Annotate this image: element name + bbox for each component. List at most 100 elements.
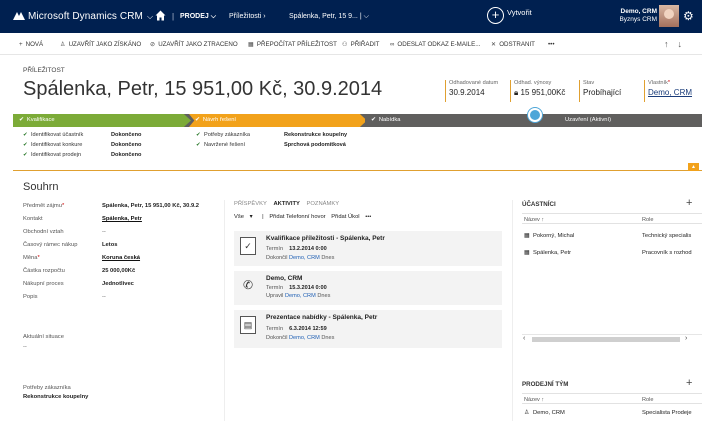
field-budget[interactable]: Částka rozpočtu 25 000,00Kč: [23, 268, 135, 274]
field-value[interactable]: Jednotlivec: [102, 281, 134, 287]
user-link[interactable]: Demo, CRM: [285, 293, 316, 299]
field-value: 30.9.2014: [449, 88, 485, 97]
activity-item[interactable]: ✓ Kvalifikace příležitosti - Spálenka, P…: [234, 231, 502, 266]
field-value[interactable]: Spálenka, Petr: [102, 216, 142, 222]
header-field-owner[interactable]: Vlastník* Demo, CRM: [644, 80, 692, 102]
field-value[interactable]: 25 000,00Kč: [102, 268, 135, 274]
column-header-role[interactable]: Role: [642, 397, 654, 403]
check-icon: ✔: [19, 117, 24, 123]
header-field-status[interactable]: Stav Probíhající: [579, 80, 621, 102]
row-name[interactable]: Pokorný, Michal: [533, 233, 574, 239]
add-task-button[interactable]: Přidat Úkol: [331, 214, 359, 220]
header-field-est-revenue[interactable]: Odhad. výnosy 🔒︎ 15 951,00Kč: [510, 80, 565, 102]
page-title: Spálenka, Petr, 15 951,00 Kč, 30.9.2014: [23, 78, 383, 100]
new-button[interactable]: + NOVÁ: [19, 41, 43, 48]
collapse-process-icon[interactable]: ▲: [688, 163, 699, 171]
user-link[interactable]: Demo, CRM: [289, 255, 320, 261]
arrow-up-icon[interactable]: ↑: [664, 39, 678, 49]
horizontal-scrollbar[interactable]: ‹ ›: [522, 334, 702, 343]
field-contact[interactable]: Kontakt Spálenka, Petr: [23, 216, 142, 222]
step-label: Potřeby zákazníka: [204, 132, 251, 138]
add-phone-call-button[interactable]: Přidat Telefonní hovor: [269, 214, 325, 220]
user-link[interactable]: Demo, CRM: [289, 335, 320, 341]
when-label: Dnes: [321, 255, 335, 261]
create-button[interactable]: + Vytvořit: [487, 7, 532, 24]
tab-activities[interactable]: AKTIVITY: [274, 201, 300, 207]
tab-notes[interactable]: POZNÁMKY: [307, 201, 340, 207]
field-purchase-process[interactable]: Nákupní proces Jednotlivec: [23, 281, 134, 287]
stage-qualify[interactable]: ✔ Kvalifikace: [13, 114, 191, 127]
field-label: Kontakt: [23, 216, 43, 222]
add-stakeholder-plus-icon[interactable]: +: [686, 197, 692, 209]
nav-area-sales[interactable]: PRODEJ ⌵: [180, 13, 216, 21]
chevron-left-icon[interactable]: ‹: [523, 335, 525, 342]
delete-label: ODSTRANIT: [499, 41, 535, 48]
arrow-down-icon[interactable]: ↓: [678, 39, 692, 49]
nav-entity-opportunities[interactable]: Příležitosti ›: [229, 13, 266, 20]
chevron-down-icon: | ⌵: [359, 13, 369, 20]
field-account[interactable]: Obchodní vztah --: [23, 229, 106, 235]
field-description[interactable]: Popis --: [23, 294, 106, 300]
phone-call-icon: ✆: [242, 278, 254, 292]
field-value[interactable]: --: [102, 229, 106, 235]
activity-tabs: PŘÍSPĚVKY AKTIVITY POZNÁMKY: [234, 201, 344, 207]
user-info[interactable]: Demo, CRM Byznys CRM: [612, 8, 657, 24]
app-title[interactable]: Microsoft Dynamics CRM ⌵: [13, 11, 153, 22]
more-commands-button[interactable]: •••: [548, 41, 555, 48]
field-label: Stav: [583, 80, 595, 86]
step-label: Identifikovat konkure: [31, 142, 83, 148]
user-org: Byznys CRM: [619, 16, 657, 23]
chevron-down-icon: ⌵: [210, 13, 217, 20]
field-value[interactable]: --: [102, 294, 106, 300]
chevron-right-icon[interactable]: ›: [685, 335, 687, 342]
nav-record[interactable]: Spálenka, Petr, 15 9... | ⌵: [289, 13, 369, 21]
column-header-name[interactable]: Název ↑: [524, 397, 544, 403]
field-label: Odhad. výnosy: [514, 80, 552, 86]
plus-icon: +: [19, 41, 23, 48]
field-value[interactable]: Letos: [102, 242, 117, 248]
row-name[interactable]: Spálenka, Petr: [533, 250, 571, 256]
customer-needs-field[interactable]: Rekonstrukce koupelny: [23, 394, 88, 400]
column-header-name[interactable]: Název ↑: [524, 217, 544, 223]
field-currency[interactable]: Měna* Koruna česká: [23, 255, 140, 261]
row-name[interactable]: Demo, CRM: [533, 410, 565, 416]
field-label: Časový rámec nákup: [23, 242, 78, 248]
stage-develop[interactable]: ✔ Návrh řešení: [189, 114, 367, 127]
field-topic[interactable]: Předmět zájmu* Spálenka, Petr, 15 951,00 …: [23, 203, 199, 209]
field-label: Nákupní proces: [23, 281, 64, 287]
field-value[interactable]: Spálenka, Petr, 15 951,00 Kč, 30.9.2: [102, 203, 199, 209]
activity-item[interactable]: ▤ Prezentace nabídky - Spálenka, Petr Te…: [234, 310, 502, 348]
field-value[interactable]: Demo, CRM: [648, 88, 692, 97]
header-field-est-close[interactable]: Odhadované datum 30.9.2014: [445, 80, 498, 102]
more-activity-actions-button[interactable]: •••: [365, 214, 371, 220]
activity-title[interactable]: Kvalifikace příležitosti - Spálenka, Pet…: [266, 235, 385, 242]
close-lost-button[interactable]: ⊘ UZAVŘÍT JAKO ZTRACENO: [150, 41, 238, 48]
field-label: Měna: [23, 255, 38, 261]
status-label: Dokončil: [266, 335, 288, 341]
assign-button[interactable]: ⚇ PŘIŘADIT: [342, 41, 379, 48]
scrollbar-thumb[interactable]: [532, 337, 680, 342]
activity-due: Termín 15.3.2014 0:00: [266, 285, 327, 291]
tab-posts[interactable]: PŘÍSPĚVKY: [234, 201, 267, 207]
filter-dropdown[interactable]: Vše ▾: [234, 214, 257, 220]
home-icon[interactable]: [155, 10, 166, 21]
stage-propose[interactable]: ✔ Nabídka: [365, 114, 535, 127]
activity-title[interactable]: Prezentace nabídky - Spálenka, Petr: [266, 314, 377, 321]
column-header-role[interactable]: Role: [642, 217, 654, 223]
field-value[interactable]: Koruna česká: [102, 255, 140, 261]
recalculate-button[interactable]: ▦ PŘEPOČÍTAT PŘÍLEŽITOST: [248, 41, 337, 48]
chevron-down-icon[interactable]: ⌵: [147, 12, 153, 21]
activity-status: Dokončil Demo, CRM Dnes: [266, 255, 334, 261]
add-team-member-plus-icon[interactable]: +: [686, 377, 692, 389]
activity-title[interactable]: Demo, CRM: [266, 275, 302, 282]
avatar[interactable]: [659, 5, 679, 27]
close-won-button[interactable]: ♙ UZAVŘÍT JAKO ZÍSKÁNO: [60, 41, 141, 48]
delete-button[interactable]: ✕ ODSTRANIT: [491, 41, 535, 48]
email-link-label: ODESLAT ODKAZ E-MAILE...: [397, 41, 481, 48]
stage-close[interactable]: Uzavření (Aktivní): [535, 114, 702, 127]
current-situation-field[interactable]: --: [23, 344, 27, 350]
gear-icon[interactable]: ⚙: [683, 9, 694, 23]
email-link-button[interactable]: ∞ ODESLAT ODKAZ E-MAILE...: [390, 41, 480, 48]
field-purchase-timeframe[interactable]: Časový rámec nákup Letos: [23, 242, 117, 248]
activity-item[interactable]: ✆ Demo, CRM Termín 15.3.2014 0:00 Upravil…: [234, 271, 502, 305]
